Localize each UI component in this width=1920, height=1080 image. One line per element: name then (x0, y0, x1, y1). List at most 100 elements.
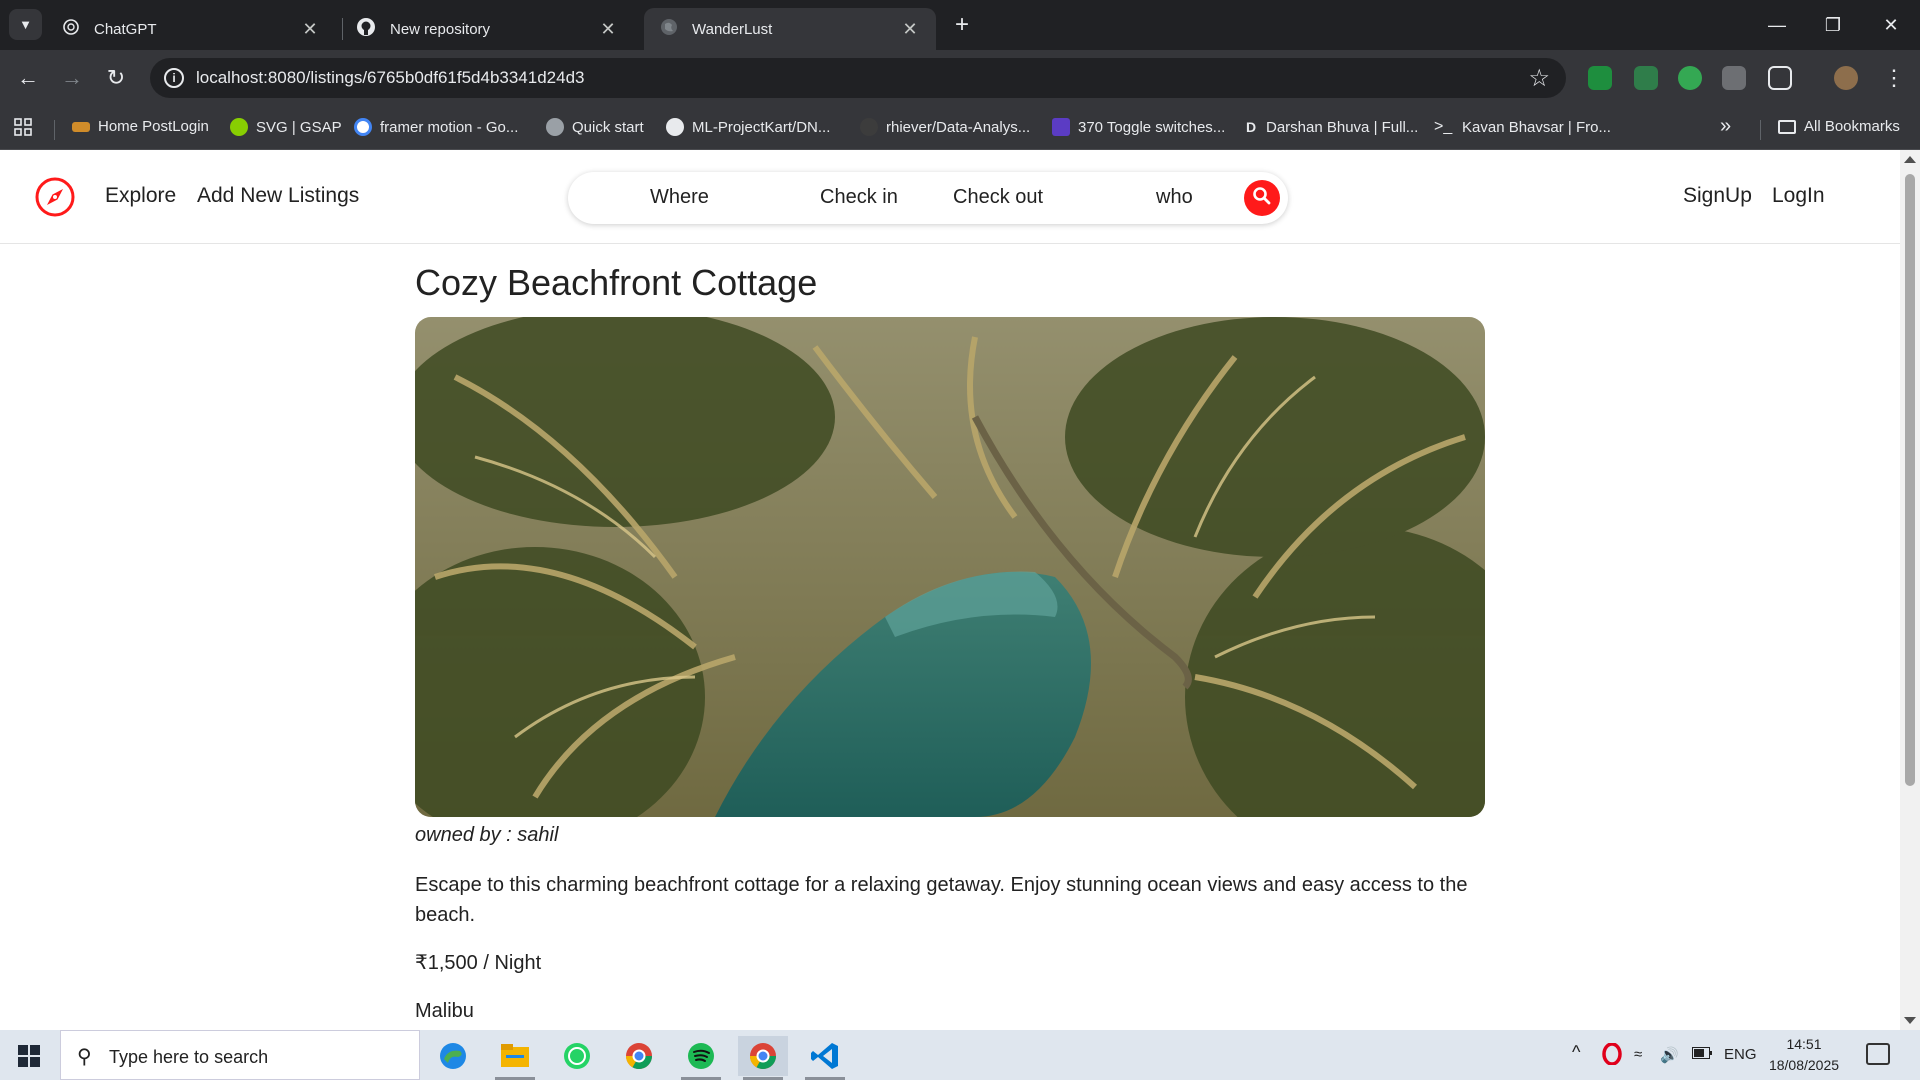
web-page: Explore Add New Listings Where Check in … (0, 150, 1920, 1030)
bookmark-favicon-icon (72, 121, 90, 132)
signup-link[interactable]: SignUp (1683, 184, 1752, 208)
taskbar-search-box[interactable]: ⚲ Type here to search (60, 1030, 420, 1080)
scroll-down-arrow-icon[interactable] (1904, 1017, 1916, 1024)
edge-icon[interactable] (428, 1036, 478, 1076)
search-check-in[interactable]: Check in (820, 186, 898, 209)
listing-location: Malibu (415, 1000, 474, 1022)
tab-new-repository[interactable]: New repository ✕ (340, 8, 634, 50)
system-clock[interactable]: 14:51 18/08/2025 (1764, 1034, 1844, 1076)
url-text[interactable]: localhost:8080/listings/6765b0df61f5d4b3… (196, 68, 585, 88)
bookmark-separator (54, 120, 55, 140)
opera-icon[interactable] (1602, 1042, 1622, 1069)
terminal-prompt-icon: >_ (1434, 118, 1453, 135)
whatsapp-icon[interactable] (552, 1036, 602, 1076)
more-bookmarks-chevron-icon[interactable]: » (1720, 115, 1731, 138)
extensions-puzzle-icon[interactable] (1768, 66, 1792, 90)
spotify-icon[interactable] (676, 1036, 726, 1080)
globe-icon (660, 18, 678, 40)
chatgpt-icon (62, 18, 80, 40)
site-info-icon[interactable]: i (164, 68, 184, 88)
github-icon (356, 17, 376, 41)
forward-arrow-icon[interactable]: → (56, 62, 88, 94)
listing-image (415, 317, 1485, 817)
listing-description: Escape to this charming beachfront cotta… (415, 874, 1468, 926)
bookmark-label: Quick start (572, 118, 644, 136)
all-bookmarks-folder[interactable]: All Bookmarks (1778, 118, 1900, 135)
extension-game-icon[interactable] (1634, 66, 1658, 90)
bookmark-item[interactable]: framer motion - Go... (354, 118, 518, 136)
scroll-up-arrow-icon[interactable] (1904, 156, 1916, 163)
folder-icon (1778, 119, 1796, 134)
extension-robot-icon[interactable] (1678, 66, 1702, 90)
tab-title: WanderLust (692, 20, 773, 38)
speaker-icon[interactable]: 🔊 (1660, 1046, 1679, 1064)
bookmark-item[interactable]: 370 Toggle switches... (1052, 118, 1225, 136)
tray-overflow-chevron-icon[interactable]: ^ (1572, 1042, 1580, 1063)
listing-title: Cozy Beachfront Cottage (415, 262, 818, 303)
bookmark-label: Home PostLogin (98, 118, 209, 135)
bookmark-label: framer motion - Go... (380, 118, 519, 136)
listing-owner: owned by : sahil (415, 824, 559, 846)
address-bar[interactable]: i localhost:8080/listings/6765b0df61f5d4… (150, 58, 1566, 98)
search-who[interactable]: who (1156, 186, 1193, 209)
vscode-icon[interactable] (800, 1036, 850, 1080)
bookmark-item[interactable]: Home PostLogin (72, 118, 209, 135)
clock-date: 18/08/2025 (1768, 1057, 1840, 1073)
bookmark-label: Darshan Bhuva | Full... (1266, 118, 1419, 136)
clock-time: 14:51 (1786, 1036, 1822, 1052)
listing-price: ₹1,500 / Night (415, 952, 542, 974)
minimize-icon[interactable]: — (1754, 8, 1800, 42)
search-where[interactable]: Where (650, 186, 709, 209)
back-arrow-icon[interactable]: ← (12, 62, 44, 94)
page-scrollbar[interactable] (1900, 150, 1920, 1030)
notification-center-icon[interactable] (1866, 1043, 1890, 1065)
bookmark-item[interactable]: >_ Kavan Bhavsar | Fro... (1434, 118, 1611, 136)
scroll-thumb[interactable] (1905, 174, 1915, 786)
taskbar-search-placeholder: Type here to search (109, 1047, 269, 1067)
explore-link[interactable]: Explore (105, 184, 176, 208)
close-tab-icon[interactable]: ✕ (300, 19, 320, 40)
menu-kebab-icon[interactable]: ⋮ (1878, 62, 1910, 94)
battery-icon[interactable] (1692, 1046, 1712, 1063)
search-check-out[interactable]: Check out (953, 186, 1043, 209)
close-window-icon[interactable]: ✕ (1868, 8, 1914, 42)
bookmark-item[interactable]: rhiever/Data-Analys... (860, 118, 1030, 136)
gsap-clover-icon (230, 118, 248, 136)
bookmark-label: SVG | GSAP (256, 118, 342, 136)
extension-translate-icon[interactable] (1722, 66, 1746, 90)
extension-leaf-icon[interactable] (1588, 66, 1612, 90)
tab-search-chevron-icon[interactable]: ▼ (9, 9, 42, 40)
bookmark-separator (1760, 120, 1761, 140)
tab-wanderlust[interactable]: WanderLust ✕ (644, 8, 936, 50)
tab-title: New repository (390, 20, 491, 38)
login-link[interactable]: LogIn (1772, 184, 1825, 208)
bookmark-item[interactable]: SVG | GSAP (230, 118, 342, 136)
bookmark-star-icon[interactable]: ☆ (1528, 64, 1550, 93)
bookmark-label: rhiever/Data-Analys... (886, 118, 1031, 136)
letter-d-icon: D (1245, 119, 1257, 135)
bookmark-item[interactable]: ML-ProjectKart/DN... (666, 118, 830, 136)
close-tab-icon[interactable]: ✕ (598, 19, 618, 40)
search-button[interactable] (1244, 180, 1280, 216)
restore-icon[interactable]: ❐ (1810, 8, 1856, 42)
listing-detail: Cozy Beachfront Cottage owned by: sahil… (415, 262, 1485, 1022)
wifi-icon[interactable]: ≈ (1634, 1046, 1642, 1063)
add-new-listings-link[interactable]: Add New Listings (197, 184, 359, 208)
new-tab-plus-icon[interactable]: + (948, 12, 976, 40)
bookmark-item[interactable]: Quick start (546, 118, 644, 136)
search-icon (1252, 186, 1272, 211)
reload-icon[interactable]: ↻ (100, 62, 132, 94)
tab-chatgpt[interactable]: ChatGPT ✕ (46, 8, 336, 50)
windows-start-icon[interactable] (18, 1045, 40, 1067)
file-explorer-icon[interactable] (490, 1036, 540, 1080)
bookmark-item[interactable]: D Darshan Bhuva | Full... (1244, 118, 1418, 136)
browser-toolbar: ← → ↻ i localhost:8080/listings/6765b0df… (0, 50, 1920, 106)
chrome-active-icon[interactable] (738, 1036, 788, 1080)
chrome-icon[interactable] (614, 1036, 664, 1076)
compass-logo-icon[interactable] (34, 176, 76, 218)
profile-avatar[interactable] (1834, 66, 1858, 90)
language-indicator[interactable]: ENG (1724, 1046, 1757, 1063)
github-icon (666, 118, 684, 136)
close-tab-icon[interactable]: ✕ (900, 19, 920, 40)
apps-grid-icon[interactable] (14, 118, 32, 136)
